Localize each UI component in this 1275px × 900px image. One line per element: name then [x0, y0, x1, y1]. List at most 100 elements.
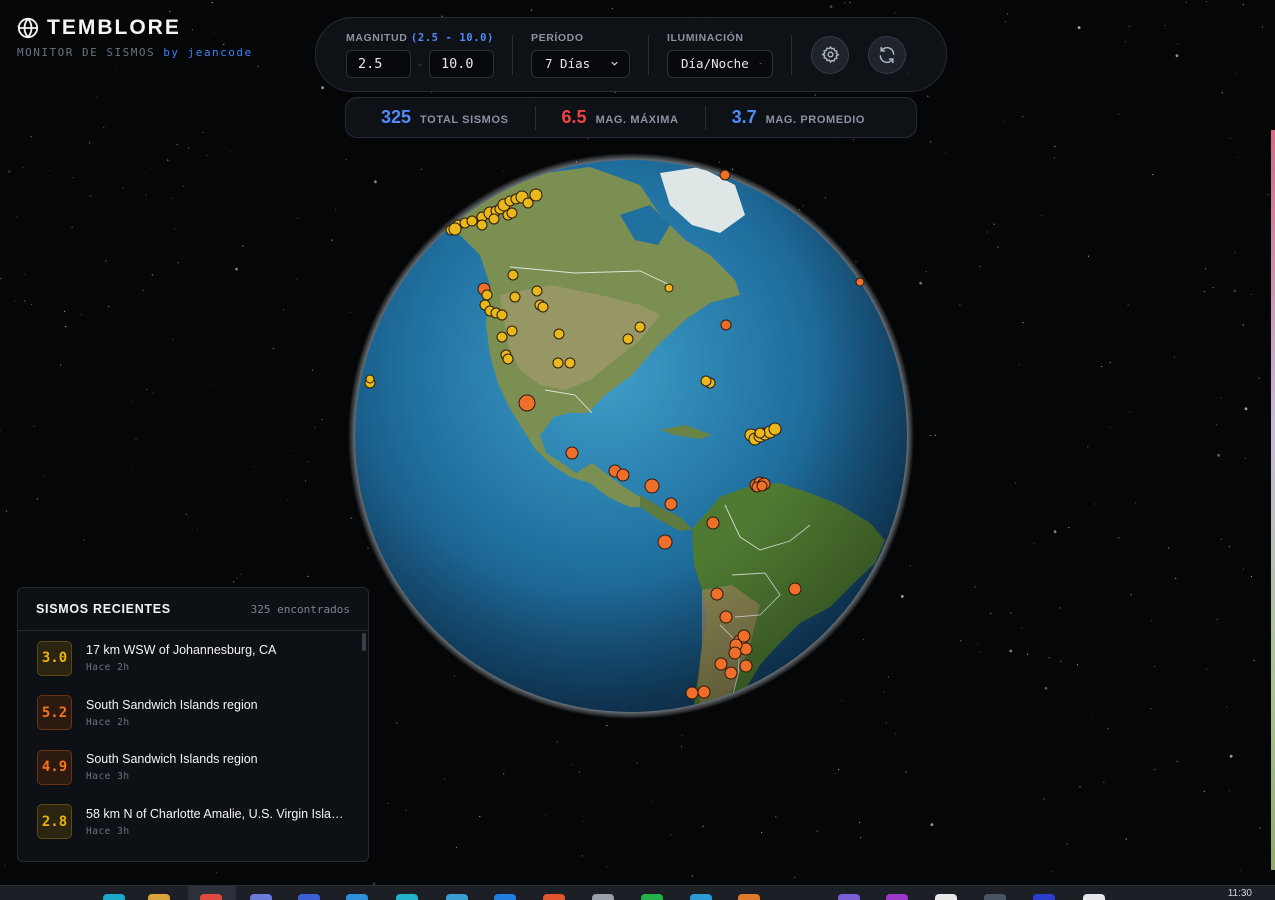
star	[22, 166, 24, 168]
earthquake-marker[interactable]	[685, 686, 699, 700]
earthquake-marker[interactable]	[720, 319, 732, 331]
earthquake-marker[interactable]	[719, 169, 731, 181]
earth-globe[interactable]	[340, 145, 920, 730]
star	[1076, 664, 1078, 666]
earthquake-marker[interactable]	[616, 468, 630, 482]
earthquake-marker[interactable]	[737, 629, 751, 643]
earthquake-marker[interactable]	[466, 215, 478, 227]
taskbar-app-icon[interactable]	[592, 894, 614, 900]
earthquake-marker[interactable]	[488, 213, 500, 225]
taskbar-app-icon[interactable]	[886, 894, 908, 900]
star	[1168, 547, 1170, 549]
star	[145, 194, 147, 196]
earthquake-marker[interactable]	[855, 277, 865, 287]
refresh-button[interactable]	[868, 35, 906, 74]
earthquake-marker[interactable]	[565, 446, 579, 460]
star	[834, 772, 836, 775]
taskbar-app-icon[interactable]	[543, 894, 565, 900]
quake-item[interactable]: 4.9 South Sandwich Islands region Hace 3…	[18, 740, 368, 795]
stat-total: 325 TOTAL SISMOS	[346, 107, 535, 128]
settings-button[interactable]	[811, 35, 849, 74]
earthquake-marker[interactable]	[506, 207, 518, 219]
taskbar-app-icon[interactable]	[346, 894, 368, 900]
quake-item[interactable]: 5.2 South Sandwich Islands region Hace 2…	[18, 686, 368, 741]
earthquake-marker[interactable]	[754, 427, 766, 439]
taskbar-app-icon[interactable]	[200, 894, 222, 900]
earthquake-marker[interactable]	[634, 321, 646, 333]
earthquake-marker[interactable]	[739, 659, 753, 673]
taskbar-app-icon[interactable]	[690, 894, 712, 900]
star	[36, 498, 38, 500]
earthquake-marker[interactable]	[531, 285, 543, 297]
earthquake-marker[interactable]	[552, 357, 564, 369]
taskbar-app-icon[interactable]	[250, 894, 272, 900]
earthquake-marker[interactable]	[564, 357, 576, 369]
earthquake-marker[interactable]	[724, 666, 738, 680]
taskbar-app-icon[interactable]	[1083, 894, 1105, 900]
earthquake-marker[interactable]	[664, 283, 674, 293]
star	[1152, 174, 1154, 176]
star	[1261, 26, 1264, 28]
taskbar-app-icon[interactable]	[446, 894, 468, 900]
earthquake-marker[interactable]	[506, 325, 518, 337]
magnitude-max-input[interactable]: 10.0	[429, 49, 494, 78]
earthquake-marker[interactable]	[509, 291, 521, 303]
earthquake-marker[interactable]	[697, 685, 711, 699]
star	[1237, 156, 1239, 158]
earthquake-marker[interactable]	[728, 646, 742, 660]
star	[1066, 843, 1068, 845]
earthquake-marker[interactable]	[496, 331, 508, 343]
earthquake-marker[interactable]	[553, 328, 565, 340]
earthquake-marker[interactable]	[529, 188, 543, 202]
earthquake-marker[interactable]	[476, 219, 488, 231]
taskbar-app-icon[interactable]	[935, 894, 957, 900]
earthquake-marker[interactable]	[448, 222, 462, 236]
quake-item[interactable]: 3.0 17 km WSW of Johannesburg, CA Hace 2…	[18, 631, 368, 686]
earthquake-marker[interactable]	[719, 610, 733, 624]
period-select[interactable]: 7 Días	[531, 49, 630, 78]
taskbar-app-icon[interactable]	[494, 894, 516, 900]
taskbar-app-icon[interactable]	[984, 894, 1006, 900]
earthquake-marker[interactable]	[664, 497, 678, 511]
earthquake-marker[interactable]	[700, 375, 712, 387]
star	[1129, 25, 1131, 27]
earthquake-marker[interactable]	[788, 582, 802, 596]
taskbar-app-icon[interactable]	[396, 894, 418, 900]
taskbar-app-icon[interactable]	[1033, 894, 1055, 900]
quake-time: Hace 3h	[86, 825, 130, 837]
star	[240, 573, 242, 575]
earthquake-marker[interactable]	[710, 587, 724, 601]
earthquake-marker[interactable]	[365, 374, 375, 384]
star	[925, 271, 927, 273]
lighting-select[interactable]: Día/Noche	[667, 49, 773, 78]
taskbar-app-icon[interactable]	[298, 894, 320, 900]
taskbar-app-icon[interactable]	[738, 894, 760, 900]
star	[206, 154, 208, 156]
author-link[interactable]: by jeancode	[163, 46, 252, 59]
earthquake-marker[interactable]	[644, 478, 660, 494]
taskbar-app-icon[interactable]	[641, 894, 663, 900]
taskbar-app-icon[interactable]	[148, 894, 170, 900]
list-scrollbar[interactable]	[362, 633, 366, 651]
quake-time: Hace 2h	[86, 662, 130, 674]
earthquake-marker[interactable]	[622, 333, 634, 345]
earthquake-marker[interactable]	[496, 309, 508, 321]
taskbar-clock: 11:30	[1227, 888, 1252, 899]
magnitude-min-input[interactable]: 2.5	[346, 49, 411, 78]
earthquake-marker[interactable]	[714, 657, 728, 671]
earthquake-marker[interactable]	[502, 353, 514, 365]
star	[1242, 324, 1244, 326]
taskbar-app-icon[interactable]	[838, 894, 860, 900]
earthquake-marker[interactable]	[706, 516, 720, 530]
earthquake-marker[interactable]	[507, 269, 519, 281]
earthquake-marker[interactable]	[518, 394, 536, 412]
earthquake-marker[interactable]	[768, 422, 782, 436]
taskbar-app-icon[interactable]	[103, 894, 125, 900]
earthquake-marker[interactable]	[537, 301, 549, 313]
quake-item[interactable]: 2.8 58 km N of Charlotte Amalie, U.S. Vi…	[18, 795, 368, 850]
star	[1203, 291, 1206, 293]
divider	[534, 105, 536, 130]
earthquake-marker[interactable]	[756, 480, 768, 492]
earthquake-marker[interactable]	[657, 534, 673, 550]
earthquake-marker[interactable]	[481, 289, 493, 301]
